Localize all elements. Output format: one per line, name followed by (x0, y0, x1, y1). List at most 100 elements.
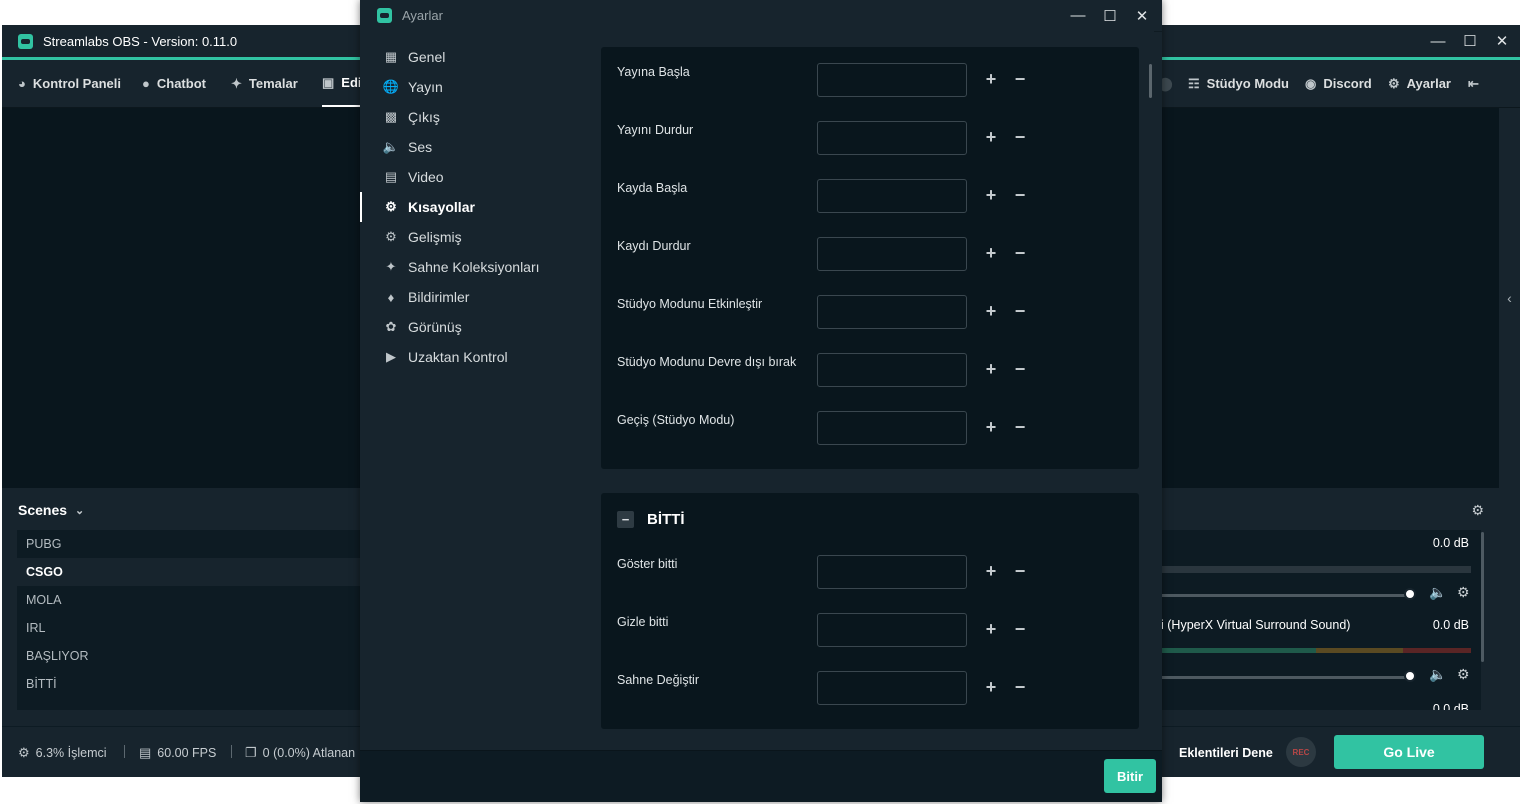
mixer-scrollbar[interactable] (1481, 532, 1484, 662)
menu-item-remote-control[interactable]: ▶ Uzaktan Kontrol (360, 342, 600, 372)
plus-icon[interactable]: + (982, 301, 1000, 321)
record-button[interactable]: REC (1286, 737, 1316, 767)
minus-icon[interactable]: − (1011, 359, 1029, 379)
menu-item-notifications[interactable]: ♦ Bildirimler (360, 282, 600, 312)
scene-item-selected[interactable]: CSGO (17, 558, 417, 586)
minus-icon[interactable]: − (1011, 127, 1029, 147)
nav-themes[interactable]: ✦ Temalar (231, 60, 298, 107)
plus-icon[interactable]: + (982, 69, 1000, 89)
minus-icon[interactable]: − (1011, 301, 1029, 321)
mixer-volume-knob-1[interactable] (1404, 588, 1416, 600)
menu-item-appearance[interactable]: ✿ Görünüş (360, 312, 600, 342)
minimize-icon[interactable]: — (1426, 29, 1450, 53)
speaker-icon[interactable]: 🔈 (1429, 584, 1446, 601)
minus-icon[interactable]: − (1011, 243, 1029, 263)
speaker-icon[interactable]: 🔈 (1429, 666, 1446, 683)
hotkey-input[interactable] (817, 63, 967, 97)
menu-item-hotkeys[interactable]: ⚙ Kısayollar (360, 192, 602, 222)
app-logo-icon (377, 8, 392, 23)
side-panel-toggle[interactable]: ‹ (1499, 108, 1520, 488)
minus-icon[interactable]: − (1011, 185, 1029, 205)
mixer-meter-2 (1161, 648, 1471, 653)
nav-dashboard[interactable]: ◕ Kontrol Paneli (18, 60, 121, 107)
minimize-icon[interactable]: — (1066, 4, 1090, 28)
mixer-volume-knob-2[interactable] (1404, 670, 1416, 682)
menu-item-stream[interactable]: 🌐 Yayın (360, 72, 600, 102)
menu-item-label: Yayın (408, 79, 443, 95)
plus-icon[interactable]: + (982, 619, 1000, 639)
plus-icon[interactable]: + (982, 185, 1000, 205)
plus-icon[interactable]: + (982, 417, 1000, 437)
hotkey-input[interactable] (817, 237, 967, 271)
hotkey-input[interactable] (817, 295, 967, 329)
minus-icon[interactable]: − (1011, 561, 1029, 581)
nav-editor[interactable]: ▣ Edi (322, 60, 362, 107)
hotkey-input[interactable] (817, 121, 967, 155)
maximize-icon[interactable]: ☐ (1458, 29, 1482, 53)
hotkey-input[interactable] (817, 613, 967, 647)
frames-icon: ❐ (245, 744, 257, 760)
gear-icon: ⚙ (1388, 75, 1400, 91)
menu-item-label: Çıkış (408, 109, 440, 125)
section-header[interactable]: − BİTTİ (617, 511, 685, 528)
scenes-header[interactable]: Scenes ⌄ (18, 502, 84, 518)
mixer-settings-gear-icon[interactable]: ⚙ (1471, 502, 1484, 519)
menu-item-scene-collections[interactable]: ✦ Sahne Koleksiyonları (360, 252, 600, 282)
close-icon[interactable]: ✕ (1130, 4, 1154, 28)
scene-item[interactable]: BİTTİ (17, 670, 417, 698)
done-button[interactable]: Bitir (1104, 759, 1156, 793)
hotkey-input[interactable] (817, 179, 967, 213)
menu-item-video[interactable]: ▤ Video (360, 162, 600, 192)
nav-studio-mode[interactable]: ☶ Stüdyo Modu (1188, 60, 1289, 107)
scene-item[interactable]: PUBG (17, 530, 417, 558)
plus-icon[interactable]: + (982, 561, 1000, 581)
nav-dashboard-label: Kontrol Paneli (32, 76, 121, 91)
content-scrollbar[interactable] (1149, 64, 1152, 98)
scene-item[interactable]: IRL (17, 614, 417, 642)
minus-icon[interactable]: − (1011, 677, 1029, 697)
menu-item-label: Bildirimler (408, 289, 470, 305)
hotkey-input[interactable] (817, 353, 967, 387)
hotkey-label: Gizle bitti (617, 615, 669, 629)
menu-item-advanced[interactable]: ⚙ Gelişmiş (360, 222, 600, 252)
gear-icon: ⚙ (385, 199, 397, 214)
hotkey-input[interactable] (817, 555, 967, 589)
collapse-icon[interactable]: − (617, 511, 634, 528)
hotkey-row: Kaydı Durdur + − (601, 237, 1139, 277)
main-window-title: Streamlabs OBS - Version: 0.11.0 (43, 33, 238, 49)
minus-icon[interactable]: − (1011, 417, 1029, 437)
minus-icon[interactable]: − (1011, 69, 1029, 89)
mixer-volume-slider-2[interactable] (1161, 676, 1409, 679)
mixer-db-3: 0.0 dB (1432, 702, 1469, 710)
hotkey-label: Yayını Durdur (617, 123, 694, 137)
plus-icon[interactable]: + (982, 243, 1000, 263)
maximize-icon[interactable]: ☐ (1098, 4, 1122, 28)
nav-chatbot-label: Chatbot (156, 76, 206, 91)
hotkey-label: Geçiş (Stüdyo Modu) (617, 413, 735, 427)
hotkey-input[interactable] (817, 411, 967, 445)
nav-chatbot[interactable]: ● Chatbot (142, 60, 206, 107)
menu-item-output[interactable]: ▩ Çıkış (360, 102, 600, 132)
menu-item-general[interactable]: ▦ Genel (360, 42, 600, 72)
go-live-button[interactable]: Go Live (1334, 735, 1484, 769)
gear-icon[interactable]: ⚙ (1457, 584, 1470, 601)
plus-icon[interactable]: + (982, 127, 1000, 147)
chevron-left-icon: ‹ (1507, 290, 1512, 306)
scenes-title: Scenes (18, 502, 68, 518)
close-icon[interactable]: ✕ (1490, 29, 1514, 53)
dropped-frames-stat: ❐ 0 (0.0%) Atlanan (245, 727, 355, 777)
gear-icon[interactable]: ⚙ (1457, 666, 1470, 683)
scene-item[interactable]: BAŞLIYOR (17, 642, 417, 670)
collapse-nav-button[interactable]: ⇤ (1468, 60, 1486, 107)
try-plugins-link[interactable]: Eklentileri Dene (1179, 727, 1273, 777)
hotkey-input[interactable] (817, 671, 967, 705)
plus-icon[interactable]: + (982, 359, 1000, 379)
menu-item-audio[interactable]: 🔈 Ses (360, 132, 600, 162)
minus-icon[interactable]: − (1011, 619, 1029, 639)
nav-discord[interactable]: ◉ Discord (1305, 60, 1372, 107)
mixer-volume-slider-1[interactable] (1161, 594, 1409, 597)
mixer-db-2: 0.0 dB (1432, 618, 1469, 632)
plus-icon[interactable]: + (982, 677, 1000, 697)
nav-settings[interactable]: ⚙ Ayarlar (1388, 60, 1451, 107)
scene-item[interactable]: MOLA (17, 586, 417, 614)
